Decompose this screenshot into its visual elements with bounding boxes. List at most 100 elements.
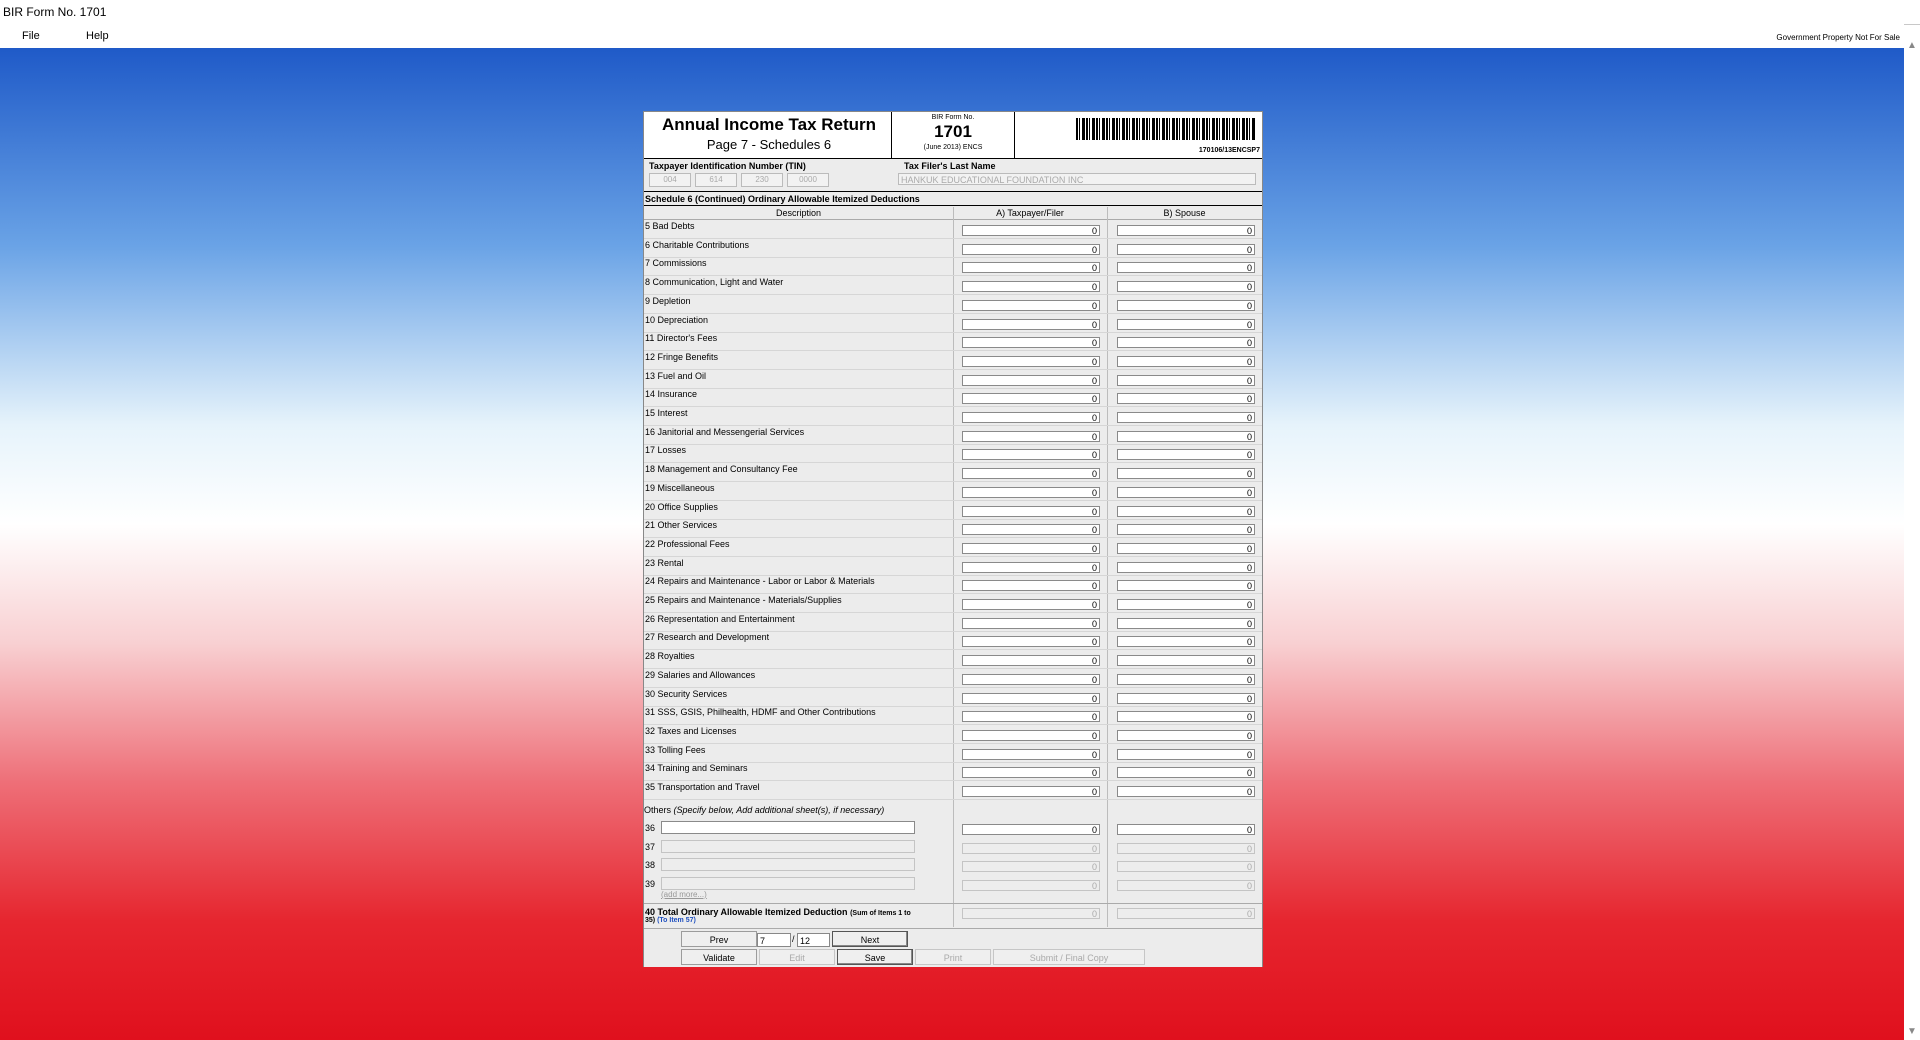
taxpayer-amount-input[interactable]: 0	[962, 281, 1100, 293]
spouse-amount-input[interactable]: 0	[1117, 318, 1255, 330]
validate-button[interactable]: Validate	[681, 949, 757, 965]
spouse-amount-input[interactable]: 0	[1117, 374, 1255, 386]
spouse-amount-input[interactable]: 0	[1117, 225, 1255, 236]
table-row: 14 Insurance 0 0	[644, 388, 1262, 408]
row-label: 5 Bad Debts	[645, 221, 695, 231]
spouse-amount-input[interactable]: 0	[1117, 767, 1255, 779]
other-spouse-input[interactable]: 0	[1117, 824, 1255, 835]
prev-button[interactable]: Prev	[681, 931, 757, 947]
print-button[interactable]: Print	[915, 949, 991, 965]
edit-button[interactable]: Edit	[759, 949, 835, 965]
taxpayer-amount-input[interactable]: 0	[962, 299, 1100, 311]
taxpayer-amount-input[interactable]: 0	[962, 617, 1100, 629]
row-label: 25 Repairs and Maintenance - Materials/S…	[645, 595, 842, 605]
spouse-amount-input[interactable]: 0	[1117, 355, 1255, 367]
taxpayer-amount-input[interactable]: 0	[962, 430, 1100, 442]
taxpayer-amount-input[interactable]: 0	[962, 243, 1100, 255]
scroll-down-icon[interactable]: ▼	[1904, 1024, 1920, 1040]
spouse-amount-input[interactable]: 0	[1117, 748, 1255, 760]
spouse-amount-input[interactable]: 0	[1117, 412, 1255, 423]
other-taxpayer-input: 0	[962, 861, 1100, 872]
taxpayer-amount-input[interactable]: 0	[962, 337, 1100, 349]
vertical-scrollbar[interactable]: ▲ ▼	[1904, 38, 1920, 1040]
spouse-amount-input[interactable]: 0	[1117, 449, 1255, 461]
taxpayer-amount-input[interactable]: 0	[962, 225, 1100, 236]
taxpayer-amount-input[interactable]: 0	[962, 673, 1100, 685]
page-number-input[interactable]: 7	[757, 933, 791, 947]
spouse-amount-input[interactable]: 0	[1117, 524, 1255, 536]
taxpayer-amount-input[interactable]: 0	[962, 318, 1100, 330]
spouse-amount-input[interactable]: 0	[1117, 617, 1255, 629]
other-taxpayer-input[interactable]: 0	[962, 824, 1100, 835]
taxpayer-amount-input[interactable]: 0	[962, 393, 1100, 405]
spouse-amount-input[interactable]: 0	[1117, 299, 1255, 311]
spouse-amount-input[interactable]: 0	[1117, 262, 1255, 274]
add-more-link[interactable]: (add more...)	[661, 890, 707, 899]
save-button[interactable]: Save	[837, 949, 913, 965]
taxpayer-amount-input[interactable]: 0	[962, 748, 1100, 760]
spouse-amount-input[interactable]: 0	[1117, 655, 1255, 667]
tin-field-2: 614	[695, 173, 737, 187]
other-row: 37 0 0	[644, 838, 1262, 856]
menu-help[interactable]: Help	[86, 24, 109, 48]
taxpayer-amount-input[interactable]: 0	[962, 767, 1100, 779]
taxpayer-amount-input[interactable]: 0	[962, 542, 1100, 554]
submit-button[interactable]: Submit / Final Copy	[993, 949, 1145, 965]
taxpayer-amount-input[interactable]: 0	[962, 599, 1100, 610]
spouse-amount-input[interactable]: 0	[1117, 243, 1255, 255]
taxpayer-amount-input[interactable]: 0	[962, 580, 1100, 592]
total-note-end: 35)	[645, 917, 656, 924]
form-header: Annual Income Tax Return Page 7 - Schedu…	[644, 112, 1262, 159]
spouse-amount-input[interactable]: 0	[1117, 468, 1255, 480]
spouse-amount-input[interactable]: 0	[1117, 486, 1255, 498]
table-row: 25 Repairs and Maintenance - Materials/S…	[644, 594, 1262, 613]
taxpayer-amount-input[interactable]: 0	[962, 412, 1100, 423]
taxpayer-amount-input[interactable]: 0	[962, 505, 1100, 517]
taxpayer-amount-input[interactable]: 0	[962, 729, 1100, 741]
spouse-amount-input[interactable]: 0	[1117, 505, 1255, 517]
spouse-amount-input[interactable]: 0	[1117, 692, 1255, 704]
taxpayer-amount-input[interactable]: 0	[962, 468, 1100, 480]
spouse-amount-input[interactable]: 0	[1117, 542, 1255, 554]
spouse-amount-input[interactable]: 0	[1117, 337, 1255, 349]
other-description-input	[661, 876, 915, 890]
taxpayer-amount-input[interactable]: 0	[962, 355, 1100, 367]
total-pages: 12	[797, 933, 830, 947]
taxpayer-amount-input[interactable]: 0	[962, 711, 1100, 723]
spouse-amount-input[interactable]: 0	[1117, 729, 1255, 741]
taxpayer-amount-input[interactable]: 0	[962, 636, 1100, 648]
scroll-up-icon[interactable]: ▲	[1904, 38, 1920, 54]
spouse-amount-input[interactable]: 0	[1117, 599, 1255, 610]
table-row: 13 Fuel and Oil 0 0	[644, 370, 1262, 389]
other-row: 38 0 0	[644, 856, 1262, 874]
spouse-amount-input[interactable]: 0	[1117, 393, 1255, 405]
menu-file[interactable]: File	[22, 24, 40, 48]
spouse-amount-input[interactable]: 0	[1117, 786, 1255, 797]
col-taxpayer: A) Taxpayer/Filer	[996, 208, 1064, 218]
spouse-amount-input[interactable]: 0	[1117, 711, 1255, 723]
other-description-input[interactable]	[661, 821, 915, 834]
window-titlebar: BIR Form No. 1701	[0, 0, 1920, 25]
spouse-amount-input[interactable]: 0	[1117, 580, 1255, 592]
taxpayer-amount-input[interactable]: 0	[962, 561, 1100, 573]
taxpayer-amount-input[interactable]: 0	[962, 655, 1100, 667]
taxpayer-amount-input[interactable]: 0	[962, 449, 1100, 461]
spouse-amount-input[interactable]: 0	[1117, 561, 1255, 573]
row-label: 23 Rental	[645, 557, 684, 568]
taxpayer-amount-input[interactable]: 0	[962, 374, 1100, 386]
row-label: 34 Training and Seminars	[645, 763, 748, 774]
taxpayer-amount-input[interactable]: 0	[962, 486, 1100, 498]
taxpayer-amount-input[interactable]: 0	[962, 524, 1100, 536]
taxpayer-amount-input[interactable]: 0	[962, 262, 1100, 274]
taxpayer-amount-input[interactable]: 0	[962, 692, 1100, 704]
spouse-amount-input[interactable]: 0	[1117, 281, 1255, 293]
row-label: 17 Losses	[645, 445, 687, 456]
spouse-amount-input[interactable]: 0	[1117, 636, 1255, 648]
row-label: 12 Fringe Benefits	[645, 351, 719, 362]
table-row: 20 Office Supplies 0 0	[644, 501, 1262, 520]
spouse-amount-input[interactable]: 0	[1117, 430, 1255, 442]
spouse-amount-input[interactable]: 0	[1117, 673, 1255, 685]
next-button[interactable]: Next	[832, 931, 908, 947]
table-row: 19 Miscellaneous 0 0	[644, 482, 1262, 501]
taxpayer-amount-input[interactable]: 0	[962, 786, 1100, 797]
